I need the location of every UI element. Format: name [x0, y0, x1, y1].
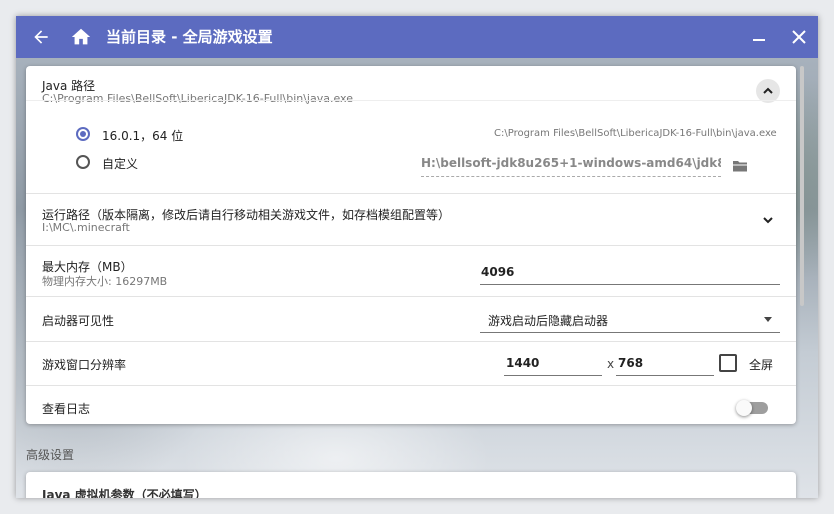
custom-java-path-input[interactable]: H:\bellsoft-jdk8u265+1-windows-amd64\jdk… — [421, 156, 721, 177]
detected-java-label: 16.0.1，64 位 — [102, 129, 184, 143]
java-path-current: C:\Program Files\BellSoft\LibericaJDK-16… — [42, 92, 353, 105]
resolution-width-input[interactable]: 1440 — [506, 356, 539, 370]
divider — [26, 100, 796, 101]
scrollbar[interactable] — [800, 66, 804, 306]
select-underline — [480, 332, 780, 333]
resolution-height-input[interactable]: 768 — [618, 356, 643, 370]
height-underline — [616, 375, 714, 376]
dropdown-arrow-icon[interactable] — [764, 317, 772, 322]
detected-java-path: C:\Program Files\BellSoft\LibericaJDK-16… — [494, 128, 777, 139]
radio-custom-java[interactable] — [76, 155, 90, 169]
home-icon[interactable] — [66, 16, 96, 58]
launcher-visibility-row: 启动器可见性 游戏启动后隐藏启动器 — [26, 297, 796, 342]
run-path-value: I:\MC\.minecraft — [42, 221, 130, 234]
close-icon[interactable] — [784, 16, 814, 58]
run-path-row[interactable]: 运行路径（版本隔离，修改后请自行移动相关游戏文件，如存档模组配置等） I:\MC… — [26, 194, 796, 246]
physical-memory: 物理内存大小: 16297MB — [42, 275, 168, 288]
chevron-up-icon — [763, 87, 773, 94]
fullscreen-checkbox[interactable] — [719, 354, 737, 372]
log-row: 查看日志 — [26, 386, 796, 424]
memory-underline — [480, 284, 780, 285]
window-title: 当前目录 - 全局游戏设置 — [106, 28, 273, 46]
log-label: 查看日志 — [42, 402, 91, 416]
launcher-visibility-select[interactable]: 游戏启动后隐藏启动器 — [488, 312, 608, 329]
expand-button[interactable] — [756, 208, 780, 232]
settings-card: Java 路径 C:\Program Files\BellSoft\Liberi… — [26, 66, 796, 424]
folder-icon[interactable] — [732, 158, 748, 177]
memory-input[interactable]: 4096 — [481, 265, 514, 279]
jvm-args-label: Java 虚拟机参数（不必填写） — [42, 488, 207, 498]
width-underline — [504, 375, 602, 376]
launcher-visibility-label: 启动器可见性 — [42, 314, 115, 328]
minimize-icon[interactable] — [744, 16, 774, 58]
radio-detected-java[interactable] — [76, 127, 90, 141]
memory-row: 最大内存（MB） 物理内存大小: 16297MB 4096 — [26, 246, 796, 297]
java-path-row: Java 路径 C:\Program Files\BellSoft\Liberi… — [26, 66, 796, 194]
custom-java-label: 自定义 — [102, 157, 139, 171]
chevron-down-icon — [763, 217, 773, 224]
advanced-section-title: 高级设置 — [26, 448, 75, 462]
settings-window: 当前目录 - 全局游戏设置 Java 路径 C:\Program Files\B… — [16, 16, 818, 498]
resolution-label: 游戏窗口分辨率 — [42, 358, 127, 372]
back-icon[interactable] — [26, 16, 56, 58]
titlebar: 当前目录 - 全局游戏设置 — [16, 16, 818, 58]
resolution-separator: x — [607, 357, 615, 371]
fullscreen-label: 全屏 — [749, 358, 774, 372]
log-toggle-knob[interactable] — [736, 400, 752, 416]
advanced-card: Java 虚拟机参数（不必填写） — [26, 472, 796, 498]
resolution-row: 游戏窗口分辨率 1440 x 768 全屏 — [26, 342, 796, 386]
